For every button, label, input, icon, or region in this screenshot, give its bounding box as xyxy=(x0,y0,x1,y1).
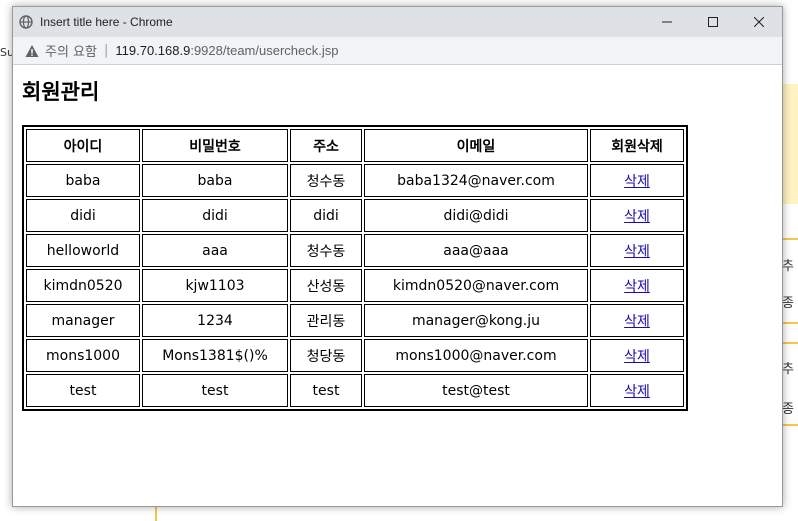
background-text-fragment: 추 xyxy=(782,362,794,377)
cell-address: 청수동 xyxy=(290,164,362,197)
address-bar[interactable]: 주의 요함 | 119.70.168.9:9928/team/usercheck… xyxy=(13,37,782,65)
cell-email: aaa@aaa xyxy=(364,234,588,267)
cell-password: Mons1381$()% xyxy=(142,339,288,372)
minimize-icon xyxy=(662,21,672,23)
table-row: kimdn0520 kjw1103 산성동 kimdn0520@naver.co… xyxy=(26,269,684,302)
background-text-fragment: 종 xyxy=(782,402,794,417)
background-text-fragment: 종 xyxy=(782,296,794,311)
cell-address: 산성동 xyxy=(290,269,362,302)
maximize-button[interactable] xyxy=(690,7,736,37)
delete-link[interactable]: 삭제 xyxy=(624,244,650,260)
header-id: 아이디 xyxy=(26,129,140,162)
security-label[interactable]: 주의 요함 xyxy=(45,41,97,60)
cell-delete: 삭제 xyxy=(590,374,684,407)
background-text-fragment: 추 xyxy=(782,259,794,274)
delete-link[interactable]: 삭제 xyxy=(624,174,650,190)
header-address: 주소 xyxy=(290,129,362,162)
header-delete: 회원삭제 xyxy=(590,129,684,162)
globe-icon xyxy=(19,15,33,29)
url-text[interactable]: 119.70.168.9:9928/team/usercheck.jsp xyxy=(115,43,338,58)
cell-address: 청수동 xyxy=(290,234,362,267)
page-title: 회원관리 xyxy=(22,80,100,104)
title-bar[interactable]: Insert title here - Chrome xyxy=(13,7,782,37)
table-row: manager 1234 관리동 manager@kong.ju 삭제 xyxy=(26,304,684,337)
cell-password: aaa xyxy=(142,234,288,267)
table-row: didi didi didi didi@didi 삭제 xyxy=(26,199,684,232)
page-content: 회원관리 아이디 비밀번호 주소 이메일 회원삭제 baba baba 청수동 … xyxy=(13,65,782,422)
minimize-button[interactable] xyxy=(644,7,690,37)
cell-id: test xyxy=(26,374,140,407)
table-row: mons1000 Mons1381$()% 청당동 mons1000@naver… xyxy=(26,339,684,372)
url-host: 119.70.168.9 xyxy=(115,43,191,58)
table-row: test test test test@test 삭제 xyxy=(26,374,684,407)
close-icon xyxy=(754,17,764,27)
header-email: 이메일 xyxy=(364,129,588,162)
cell-password: kjw1103 xyxy=(142,269,288,302)
cell-delete: 삭제 xyxy=(590,199,684,232)
delete-link[interactable]: 삭제 xyxy=(624,209,650,225)
cell-address: 청당동 xyxy=(290,339,362,372)
cell-password: baba xyxy=(142,164,288,197)
header-password: 비밀번호 xyxy=(142,129,288,162)
cell-email: test@test xyxy=(364,374,588,407)
cell-id: helloworld xyxy=(26,234,140,267)
cell-delete: 삭제 xyxy=(590,304,684,337)
cell-delete: 삭제 xyxy=(590,269,684,302)
close-button[interactable] xyxy=(736,7,782,37)
delete-link[interactable]: 삭제 xyxy=(624,349,650,365)
cell-id: kimdn0520 xyxy=(26,269,140,302)
delete-link[interactable]: 삭제 xyxy=(624,279,650,295)
cell-address: didi xyxy=(290,199,362,232)
cell-address: 관리동 xyxy=(290,304,362,337)
cell-email: baba1324@naver.com xyxy=(364,164,588,197)
cell-id: baba xyxy=(26,164,140,197)
cell-id: didi xyxy=(26,199,140,232)
cell-delete: 삭제 xyxy=(590,234,684,267)
cell-delete: 삭제 xyxy=(590,164,684,197)
table-row: baba baba 청수동 baba1324@naver.com 삭제 xyxy=(26,164,684,197)
cell-id: mons1000 xyxy=(26,339,140,372)
maximize-icon xyxy=(708,17,718,27)
cell-id: manager xyxy=(26,304,140,337)
window-title: Insert title here - Chrome xyxy=(40,15,173,29)
cell-delete: 삭제 xyxy=(590,339,684,372)
popup-window: Insert title here - Chrome 주의 요함 | 119.7… xyxy=(12,6,783,507)
address-separator: | xyxy=(103,43,109,58)
table-row: helloworld aaa 청수동 aaa@aaa 삭제 xyxy=(26,234,684,267)
cell-email: didi@didi xyxy=(364,199,588,232)
delete-link[interactable]: 삭제 xyxy=(624,314,650,330)
warning-icon xyxy=(25,44,39,57)
delete-link[interactable]: 삭제 xyxy=(624,384,650,400)
background-footer xyxy=(155,505,798,521)
cell-address: test xyxy=(290,374,362,407)
cell-password: 1234 xyxy=(142,304,288,337)
cell-email: kimdn0520@naver.com xyxy=(364,269,588,302)
cell-email: mons1000@naver.com xyxy=(364,339,588,372)
url-path: :9928/team/usercheck.jsp xyxy=(190,43,339,58)
cell-password: didi xyxy=(142,199,288,232)
cell-password: test xyxy=(142,374,288,407)
table-header-row: 아이디 비밀번호 주소 이메일 회원삭제 xyxy=(26,129,684,162)
member-table: 아이디 비밀번호 주소 이메일 회원삭제 baba baba 청수동 baba1… xyxy=(22,125,688,411)
cell-email: manager@kong.ju xyxy=(364,304,588,337)
